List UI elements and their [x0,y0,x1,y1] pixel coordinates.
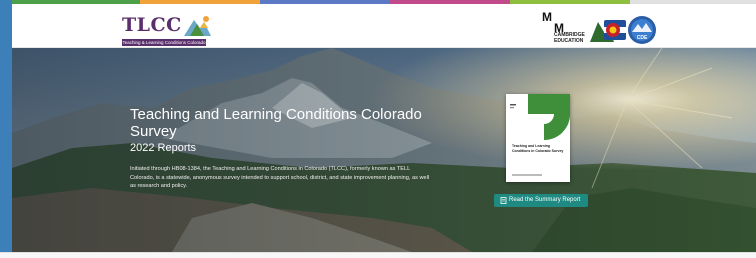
hero-banner: Teaching and Learning Conditions Colorad… [12,48,756,252]
partner-logos: M M CAMBRIDGE EDUCATION CDE [540,8,680,48]
hero-overlay [12,48,756,252]
read-summary-report-label: Read the Summary Report [509,197,581,203]
report-cover-thumbnail[interactable]: Teaching and Learning Conditions in Colo… [506,94,570,182]
tlcc-mountain-icon [184,16,211,36]
mm-letter-1: M [542,10,552,24]
hero-description: Initiated through HB08-1384, the Teachin… [130,166,430,189]
hero-subtitle: 2022 Reports [130,142,197,154]
tlcc-logo[interactable]: TLCC Teaching & Learning Conditions Colo… [122,10,222,46]
cde-logo[interactable]: CDE [626,14,658,46]
cambridge-education-logo[interactable]: M M CAMBRIDGE EDUCATION [540,8,585,48]
report-cover-graphic [506,94,570,142]
hero-title: Teaching and Learning Conditions Colorad… [130,106,422,140]
report-cover-footer [512,174,542,176]
cde-badge-icon: CDE [628,16,656,44]
colorado-c-icon [590,20,626,42]
content-area-start [0,252,756,258]
cambridge-education-caption: CAMBRIDGE EDUCATION [554,32,585,44]
site-header: TLCC Teaching & Learning Conditions Colo… [12,4,756,48]
document-icon [500,197,507,204]
tlcc-wordmark: TLCC [122,14,182,36]
page: TLCC Teaching & Learning Conditions Colo… [0,0,756,258]
read-summary-report-button[interactable]: Read the Summary Report [494,194,588,207]
cde-label: CDE [637,35,648,41]
tlcc-tagline: Teaching & Learning Conditions Colorado [122,39,206,46]
left-edge-bar [0,0,12,258]
report-cover-title: Teaching and Learning Conditions in Colo… [512,144,564,153]
